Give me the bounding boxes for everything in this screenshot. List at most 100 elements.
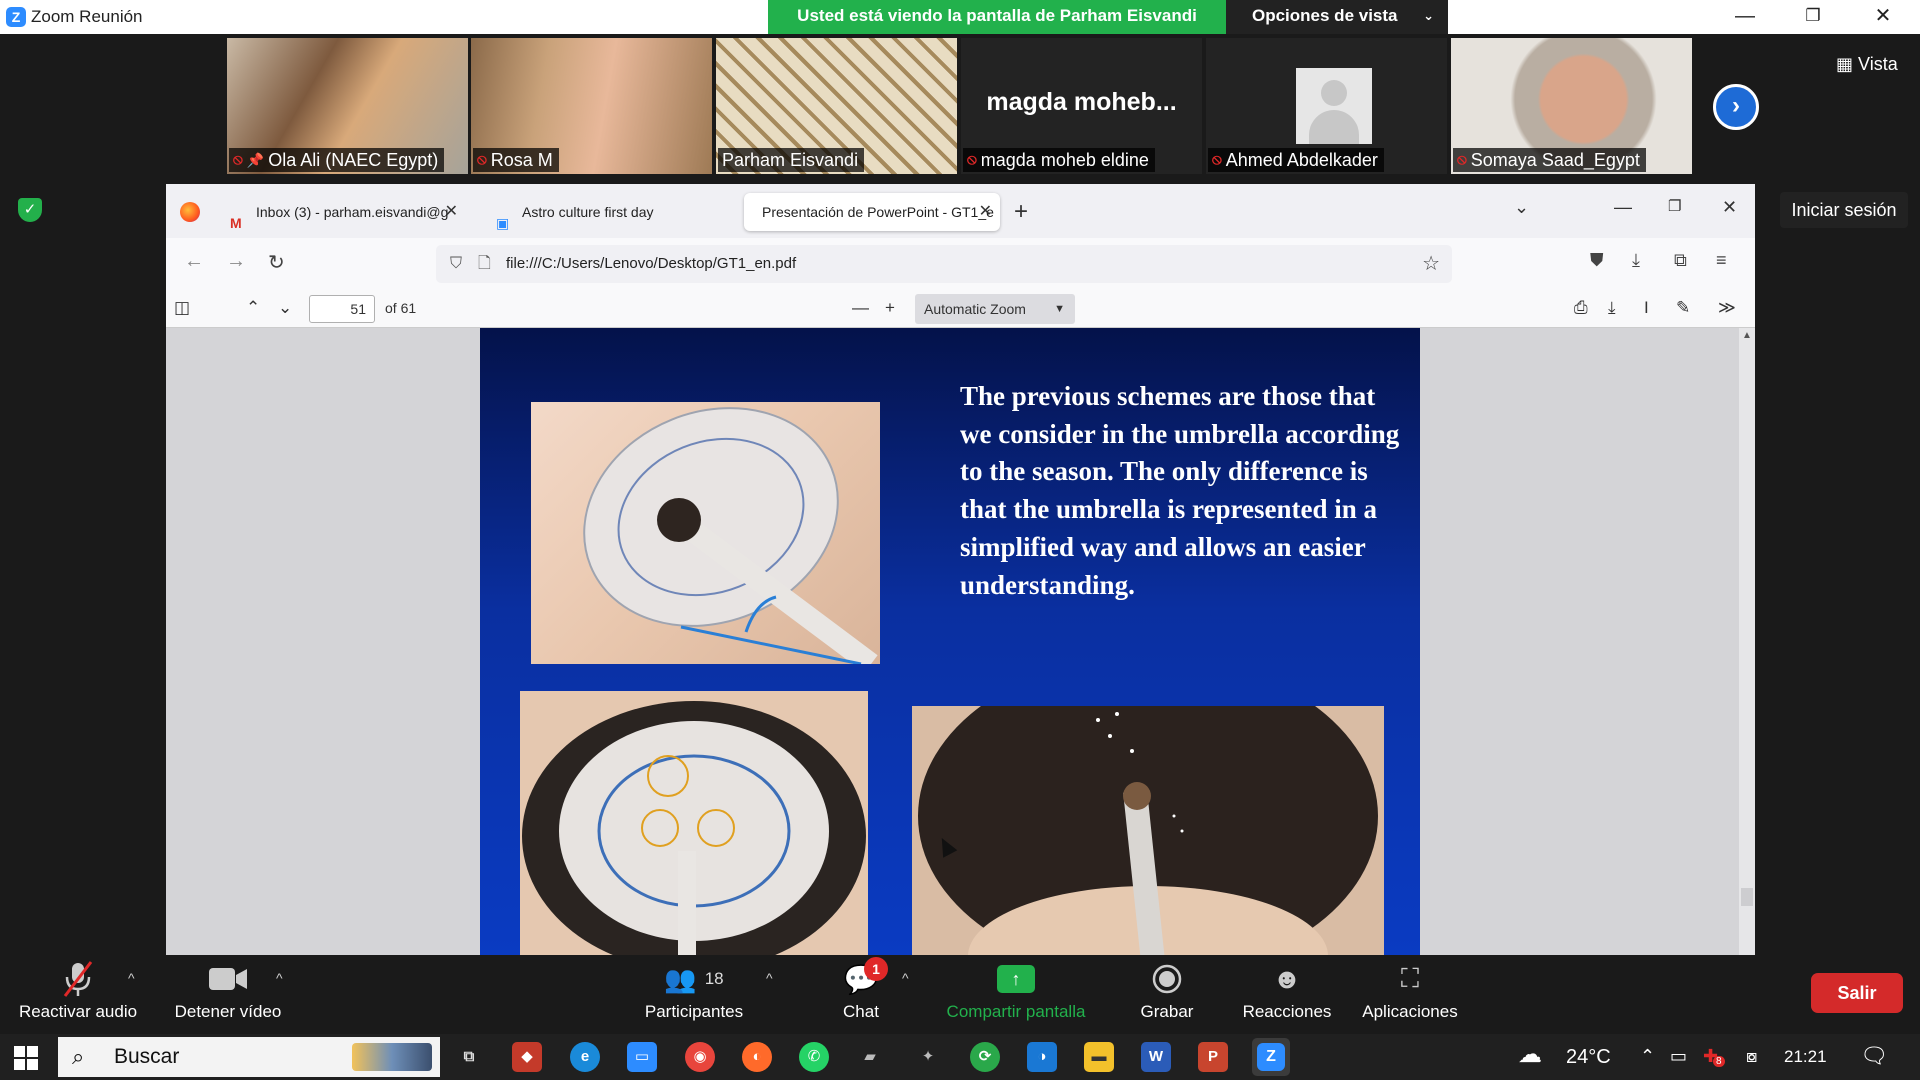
umbrella-photo-top xyxy=(520,691,868,955)
file-explorer-icon[interactable]: ▬ xyxy=(1084,1042,1114,1072)
page-total: of 61 xyxy=(385,300,417,316)
chat-caret-icon[interactable]: ^ xyxy=(902,970,909,986)
browser-restore-button[interactable]: ❐ xyxy=(1668,197,1681,215)
record-button[interactable]: Grabar xyxy=(1130,956,1204,1034)
restore-button[interactable]: ❐ xyxy=(1778,0,1848,34)
sidebar-toggle-icon[interactable]: ◫ xyxy=(174,298,190,318)
extensions-icon[interactable]: ⧉ xyxy=(1674,250,1687,271)
pdf-scrollbar[interactable]: ▲ xyxy=(1739,328,1755,955)
whatsapp-icon[interactable]: ✆ xyxy=(799,1042,829,1072)
umbrella-drawing xyxy=(522,701,866,955)
umbrella-photo-underside xyxy=(912,706,1384,955)
menu-icon[interactable]: ≡ xyxy=(1716,250,1727,271)
participants-button[interactable]: 👥 18 Participantes xyxy=(632,956,756,1034)
participant-tile[interactable]: ⦸ Rosa M xyxy=(471,38,712,174)
text-cursor-icon[interactable]: I xyxy=(1644,298,1649,318)
muted-microphone-icon xyxy=(8,956,148,1002)
zoom-logo-icon: Z xyxy=(6,7,26,27)
chat-label: Chat xyxy=(843,1002,879,1021)
stop-video-button[interactable]: Detener vídeo xyxy=(160,956,296,1034)
participant-tile[interactable]: magda moheb... ⦸ magda moheb eldine xyxy=(961,38,1202,174)
search-icon: ⌕ xyxy=(72,1044,85,1069)
save-icon[interactable]: ⤓ xyxy=(1608,298,1616,318)
powerpoint-icon[interactable]: P xyxy=(1198,1042,1228,1072)
edge-icon[interactable]: e xyxy=(570,1042,600,1072)
shield-icon[interactable]: ⛉ xyxy=(450,245,462,283)
teams-icon[interactable]: ▭ xyxy=(627,1042,657,1072)
app-icon[interactable]: ⟳ xyxy=(970,1042,1000,1072)
weather-cloud-icon[interactable]: ☁ xyxy=(1518,1040,1542,1069)
unmute-button[interactable]: Reactivar audio xyxy=(8,956,148,1034)
action-center-icon[interactable]: 🗨 xyxy=(1860,1043,1888,1069)
anydesk-icon[interactable]: ◆ xyxy=(512,1042,542,1072)
show-hidden-icons-icon[interactable]: ⌃ xyxy=(1640,1046,1655,1067)
windows-taskbar: ⌕ Buscar ⧉ ◆ e ▭ ◉ ◐ ✆ ▰ ✦ ⟳ ◑ ▬ W P Z ☁… xyxy=(0,1034,1920,1080)
app-icon[interactable]: ▰ xyxy=(855,1042,885,1072)
zoom-in-icon[interactable]: + xyxy=(885,298,895,318)
participants-icon: 👥 xyxy=(664,963,697,994)
word-icon[interactable]: W xyxy=(1141,1042,1171,1072)
browser-tab[interactable]: M Inbox (3) - parham.eisvandi@g ✕ xyxy=(218,193,466,231)
close-tab-icon[interactable]: ✕ xyxy=(979,193,992,231)
apps-button[interactable]: ⛶ Aplicaciones xyxy=(1354,956,1466,1034)
audio-options-caret-icon[interactable]: ^ xyxy=(128,970,135,986)
meet-now-icon[interactable]: ⧇ xyxy=(1746,1046,1757,1067)
next-page-icon[interactable]: ⌄ xyxy=(278,298,292,318)
video-options-caret-icon[interactable]: ^ xyxy=(276,970,283,986)
next-participants-button[interactable]: › xyxy=(1713,84,1759,130)
clock-time[interactable]: 21:21 xyxy=(1784,1047,1827,1067)
browser-tab-selected[interactable]: Presentación de PowerPoint - GT1_e ✕ xyxy=(744,193,1000,231)
share-screen-button[interactable]: ↑ Compartir pantalla xyxy=(930,956,1102,1034)
browser-minimize-button[interactable]: — xyxy=(1614,197,1632,218)
participant-name: Rosa M xyxy=(490,150,553,170)
page-number-input[interactable]: 51 xyxy=(309,295,375,323)
chrome-icon[interactable]: ◉ xyxy=(685,1042,715,1072)
zoom-out-icon[interactable]: — xyxy=(852,298,869,318)
view-button[interactable]: ▦ Vista xyxy=(1836,54,1898,75)
participant-tile[interactable]: ⦸ Somaya Saad_Egypt xyxy=(1451,38,1692,174)
view-options-button[interactable]: Opciones de vista ⌄ xyxy=(1226,0,1448,34)
close-tab-icon[interactable]: ✕ xyxy=(445,193,458,231)
firefox-taskbar-icon[interactable]: ◐ xyxy=(742,1042,772,1072)
new-tab-button[interactable]: + xyxy=(1014,198,1028,226)
task-view-icon[interactable]: ⧉ xyxy=(454,1042,484,1072)
participants-caret-icon[interactable]: ^ xyxy=(766,970,773,986)
bookmark-star-icon[interactable]: ☆ xyxy=(1422,245,1440,283)
app-icon[interactable]: ✦ xyxy=(913,1042,943,1072)
scroll-up-icon[interactable]: ▲ xyxy=(1742,330,1752,341)
previous-page-icon[interactable]: ⌃ xyxy=(246,298,260,318)
list-all-tabs-icon[interactable]: ⌄ xyxy=(1514,197,1529,218)
url-bar[interactable]: ⛉ 🗋 file:///C:/Users/Lenovo/Desktop/GT1_… xyxy=(436,245,1452,283)
sign-in-button[interactable]: Iniciar sesión xyxy=(1780,192,1908,228)
download-icon[interactable]: ⤓ xyxy=(1632,250,1640,271)
battery-icon[interactable]: ▭ xyxy=(1670,1046,1687,1067)
minimize-button[interactable]: — xyxy=(1710,0,1780,34)
print-icon[interactable]: ⎙ xyxy=(1574,298,1588,318)
draw-icon[interactable]: ✎ xyxy=(1676,298,1690,318)
participant-tile[interactable]: ⦸ Ahmed Abdelkader xyxy=(1206,38,1447,174)
apps-icon: ⛶ xyxy=(1400,963,1420,993)
participant-tile-active-speaker[interactable]: Parham Eisvandi xyxy=(716,38,957,174)
close-button[interactable]: ✕ xyxy=(1848,0,1918,34)
temperature[interactable]: 24°C xyxy=(1566,1046,1611,1069)
leave-meeting-button[interactable]: Salir xyxy=(1811,973,1903,1013)
zoom-taskbar-icon[interactable]: Z xyxy=(1252,1038,1290,1076)
pocket-icon[interactable]: ⛊ xyxy=(1590,250,1604,271)
umbrella-drawing xyxy=(583,407,878,664)
back-arrow-icon[interactable]: ← xyxy=(184,250,204,273)
scroll-thumb[interactable] xyxy=(1741,888,1753,906)
tab-label: Presentación de PowerPoint - GT1_e xyxy=(762,204,994,220)
reload-icon[interactable]: ↻ xyxy=(268,250,285,275)
security-shield-icon[interactable]: ✓ xyxy=(18,198,42,222)
browser-close-button[interactable]: ✕ xyxy=(1722,197,1737,218)
participant-name-bar: ⦸ Rosa M xyxy=(473,148,559,172)
zoom-select[interactable]: Automatic Zoom ▼ xyxy=(915,294,1075,324)
participant-tile[interactable]: ⦸ 📌 Ola Ali (NAEC Egypt) xyxy=(227,38,468,174)
forward-arrow-icon[interactable]: → xyxy=(226,250,246,273)
reactions-button[interactable]: ☻ Reacciones xyxy=(1236,956,1338,1034)
app-icon[interactable]: ◑ xyxy=(1027,1042,1057,1072)
windows-start-icon[interactable] xyxy=(14,1046,38,1070)
tools-icon[interactable]: ≫ xyxy=(1718,298,1736,318)
taskbar-search[interactable]: ⌕ Buscar xyxy=(58,1037,440,1077)
muted-mic-icon: ⦸ xyxy=(233,151,243,168)
